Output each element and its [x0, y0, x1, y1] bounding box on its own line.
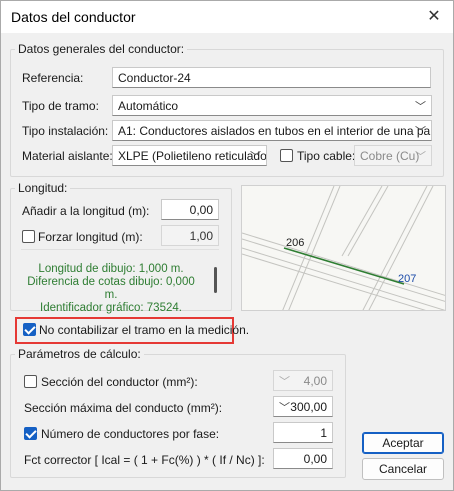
- info-scrollbar[interactable]: [214, 267, 217, 293]
- node-a-label: 206: [286, 237, 304, 249]
- forzar-input[interactable]: 1,00: [161, 225, 219, 246]
- no-contabilizar-label: No contabilizar el tramo en la medición.: [39, 323, 250, 337]
- calculo-legend: Parámetros de cálculo:: [18, 347, 141, 361]
- chevron-down-icon: ﹀: [415, 101, 426, 113]
- general-legend: Datos generales del conductor:: [18, 42, 185, 56]
- dialog-window: Datos del conductor ✕ Datos generales de…: [0, 0, 454, 491]
- tipo-cable-checkbox[interactable]: [280, 149, 293, 162]
- numero-input[interactable]: 1: [273, 422, 333, 443]
- tipo-tramo-select[interactable]: Automático ﹀: [112, 95, 432, 116]
- anadir-input[interactable]: 0,00: [161, 199, 219, 220]
- numero-label: Número de conductores por fase:: [41, 427, 220, 441]
- seccion-select[interactable]: ﹀ 4,00: [273, 370, 333, 391]
- aceptar-button[interactable]: Aceptar: [362, 432, 444, 454]
- seccion-max-select[interactable]: ﹀ 300,00: [273, 396, 333, 417]
- longitud-info: Longitud de dibujo: 1,000 m. Diferencia …: [21, 263, 201, 315]
- tipo-instalacion-select[interactable]: A1: Conductores aislados en tubos en el …: [112, 120, 432, 141]
- longitud-legend: Longitud:: [18, 181, 68, 195]
- chevron-down-icon: ﹀: [415, 151, 426, 163]
- tipo-instalacion-label: Tipo instalación:: [22, 124, 109, 138]
- fct-label: Fct corrector [ Ical = ( 1 + Fc(%) ) * (…: [24, 453, 265, 467]
- chevron-down-icon: ﹀: [250, 151, 261, 163]
- info-longitud-dibujo: Longitud de dibujo: 1,000 m.: [38, 263, 184, 275]
- tipo-cable-value: Cobre (Cu): [360, 149, 420, 163]
- material-value: XLPE (Polietileno reticulado): [118, 149, 267, 163]
- chevron-down-icon: ﹀: [279, 376, 290, 388]
- chevron-down-icon: ﹀: [279, 402, 290, 414]
- tipo-cable-label: Tipo cable:: [297, 149, 356, 163]
- preview-svg: 206 207: [242, 186, 445, 310]
- seccion-checkbox[interactable]: [24, 375, 37, 388]
- forzar-checkbox[interactable]: [22, 230, 35, 243]
- info-identificador: Identificador gráfico: 73524.: [40, 302, 182, 314]
- numero-checkbox[interactable]: [24, 427, 37, 440]
- referencia-label: Referencia:: [22, 71, 84, 85]
- seccion-max-label: Sección máxima del conducto (mm²):: [24, 401, 223, 415]
- cancelar-button[interactable]: Cancelar: [362, 458, 444, 480]
- seccion-label: Sección del conductor (mm²):: [41, 375, 198, 389]
- tipo-tramo-label: Tipo de tramo:: [22, 99, 99, 113]
- material-label: Material aislante:: [22, 149, 113, 163]
- tipo-instalacion-value: A1: Conductores aislados en tubos en el …: [118, 124, 432, 138]
- referencia-input[interactable]: Conductor-24: [112, 67, 431, 88]
- fct-input[interactable]: 0,00: [273, 448, 333, 469]
- dialog-title: Datos del conductor: [11, 9, 136, 25]
- seccion-max-value: 300,00: [290, 400, 327, 414]
- title-bar[interactable]: Datos del conductor ✕: [1, 1, 453, 33]
- chevron-down-icon: ﹀: [415, 126, 426, 138]
- tipo-cable-select[interactable]: Cobre (Cu) ﹀: [354, 145, 432, 166]
- close-icon[interactable]: ✕: [423, 7, 445, 27]
- no-contabilizar-checkbox[interactable]: [23, 323, 36, 336]
- drawing-preview: 206 207: [241, 185, 446, 311]
- anadir-label: Añadir a la longitud (m):: [22, 204, 150, 218]
- seccion-value: 4,00: [303, 374, 327, 388]
- node-b-label: 207: [398, 273, 416, 285]
- material-select[interactable]: XLPE (Polietileno reticulado) ﹀: [112, 145, 267, 166]
- tipo-tramo-value: Automático: [118, 99, 179, 113]
- wall-lines: [242, 186, 445, 310]
- info-diferencia-cotas: Diferencia de cotas dibujo: 0,000 m.: [27, 276, 195, 301]
- divider: [21, 249, 219, 250]
- forzar-label: Forzar longitud (m):: [38, 230, 143, 244]
